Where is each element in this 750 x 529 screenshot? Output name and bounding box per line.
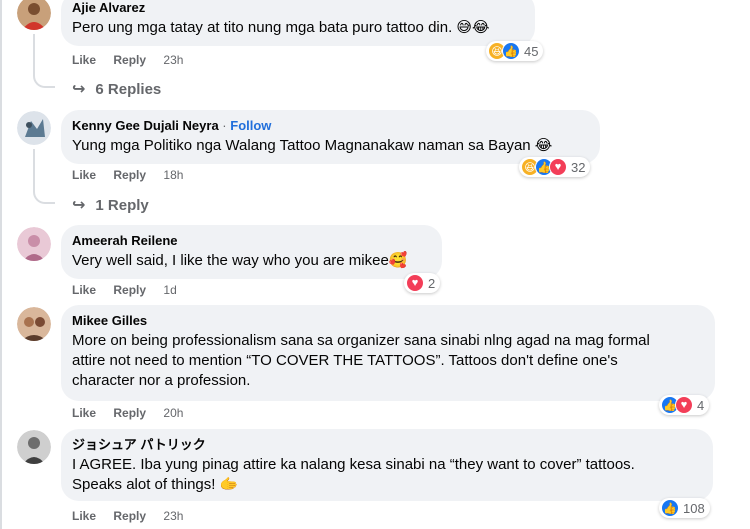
avatar[interactable] (17, 430, 51, 464)
thread-curve (33, 190, 55, 204)
like-button[interactable]: Like (72, 406, 96, 420)
reply-arrow-icon: ↪ (72, 81, 86, 98)
reaction-summary[interactable]: 👍 ♥ 4 (659, 395, 710, 415)
reply-button[interactable]: Reply (113, 509, 146, 523)
comment-author: Kenny Gee Dujali Neyra · Follow (72, 118, 588, 134)
comment-actions: Like Reply 18h (72, 167, 197, 183)
reply-button[interactable]: Reply (113, 53, 146, 67)
reaction-summary[interactable]: 😆 👍 ♥ 32 (519, 157, 591, 177)
comment-bubble: ジョシュア パトリック I AGREE. Iba yung pinag atti… (61, 429, 713, 501)
comment-actions: Like Reply 23h (72, 508, 197, 524)
avatar[interactable] (17, 307, 51, 341)
reply-arrow-icon: ↪ (72, 197, 86, 214)
thread-line (33, 149, 35, 190)
reaction-count: 4 (697, 397, 705, 413)
view-replies-link[interactable]: ↪ 6 Replies (72, 79, 161, 99)
comment-text-line: attire not need to mention “TO COVER THE… (72, 352, 618, 369)
like-button[interactable]: Like (72, 283, 96, 297)
comment-text: More on being professionalism sana sa or… (72, 331, 703, 391)
comment-text: I AGREE. Iba yung pinag attire ka nalang… (72, 455, 701, 495)
comment-text-line: I AGREE. Iba yung pinag attire ka nalang… (72, 456, 635, 473)
comment-text-line: Speaks alot of things! 🫱 (72, 476, 239, 493)
comment-author[interactable]: Ajie Alvarez (72, 0, 523, 16)
follow-button[interactable]: Follow (230, 118, 271, 133)
comment-time[interactable]: 20h (163, 406, 183, 420)
love-icon: ♥ (406, 274, 424, 292)
reaction-summary[interactable]: 😆 👍 45 (486, 41, 544, 61)
like-icon: 👍 (661, 499, 679, 517)
comment-actions: Like Reply 20h (72, 405, 197, 421)
like-icon: 👍 (502, 42, 520, 60)
comment-author[interactable]: ジョシュア パトリック (72, 437, 701, 453)
view-replies-link[interactable]: ↪ 1 Reply (72, 195, 149, 215)
comment-time[interactable]: 18h (163, 168, 183, 182)
comment-time[interactable]: 23h (163, 509, 183, 523)
comment-actions: Like Reply 23h (72, 52, 197, 68)
like-button[interactable]: Like (72, 509, 96, 523)
like-button[interactable]: Like (72, 168, 96, 182)
love-icon: ♥ (675, 396, 693, 414)
reply-button[interactable]: Reply (113, 406, 146, 420)
thread-line (33, 34, 35, 74)
comment-bubble: Ameerah Reilene Very well said, I like t… (61, 225, 442, 279)
thread-curve (33, 74, 55, 88)
reaction-summary[interactable]: 👍 108 (659, 498, 710, 518)
comment-bubble: Ajie Alvarez Pero ung mga tatay at tito … (61, 0, 535, 46)
comment-time[interactable]: 1d (163, 283, 176, 297)
comment-bubble: Mikee Gilles More on being professionali… (61, 305, 715, 401)
author-name[interactable]: Kenny Gee Dujali Neyra (72, 118, 219, 133)
comment-author[interactable]: Ameerah Reilene (72, 233, 430, 249)
comment-text-line: More on being professionalism sana sa or… (72, 332, 650, 349)
reaction-count: 108 (683, 500, 705, 516)
like-button[interactable]: Like (72, 53, 96, 67)
comment-time[interactable]: 23h (163, 53, 183, 67)
replies-label[interactable]: 1 Reply (95, 197, 148, 214)
comment-text: Very well said, I like the way who you a… (72, 252, 408, 269)
comment-text-line: character nor a profession. (72, 372, 251, 389)
comment-bubble: Kenny Gee Dujali Neyra · Follow Yung mga… (61, 110, 600, 164)
love-icon: ♥ (549, 158, 567, 176)
separator-dot: · (222, 118, 227, 133)
reaction-summary[interactable]: ♥ 2 (404, 273, 441, 293)
avatar[interactable] (17, 111, 51, 145)
left-border-line (0, 0, 2, 529)
reaction-count: 32 (571, 159, 586, 175)
reply-button[interactable]: Reply (113, 168, 146, 182)
comment-text: Yung mga Politiko nga Walang Tattoo Magn… (72, 137, 553, 154)
comment-author[interactable]: Mikee Gilles (72, 313, 703, 329)
comment-actions: Like Reply 1d (72, 282, 191, 298)
replies-label[interactable]: 6 Replies (95, 81, 161, 98)
reaction-count: 2 (428, 275, 436, 291)
avatar[interactable] (17, 227, 51, 261)
reaction-count: 45 (524, 43, 539, 59)
reply-button[interactable]: Reply (113, 283, 146, 297)
avatar[interactable] (17, 0, 51, 30)
comment-text: Pero ung mga tatay at tito nung mga bata… (72, 19, 490, 36)
